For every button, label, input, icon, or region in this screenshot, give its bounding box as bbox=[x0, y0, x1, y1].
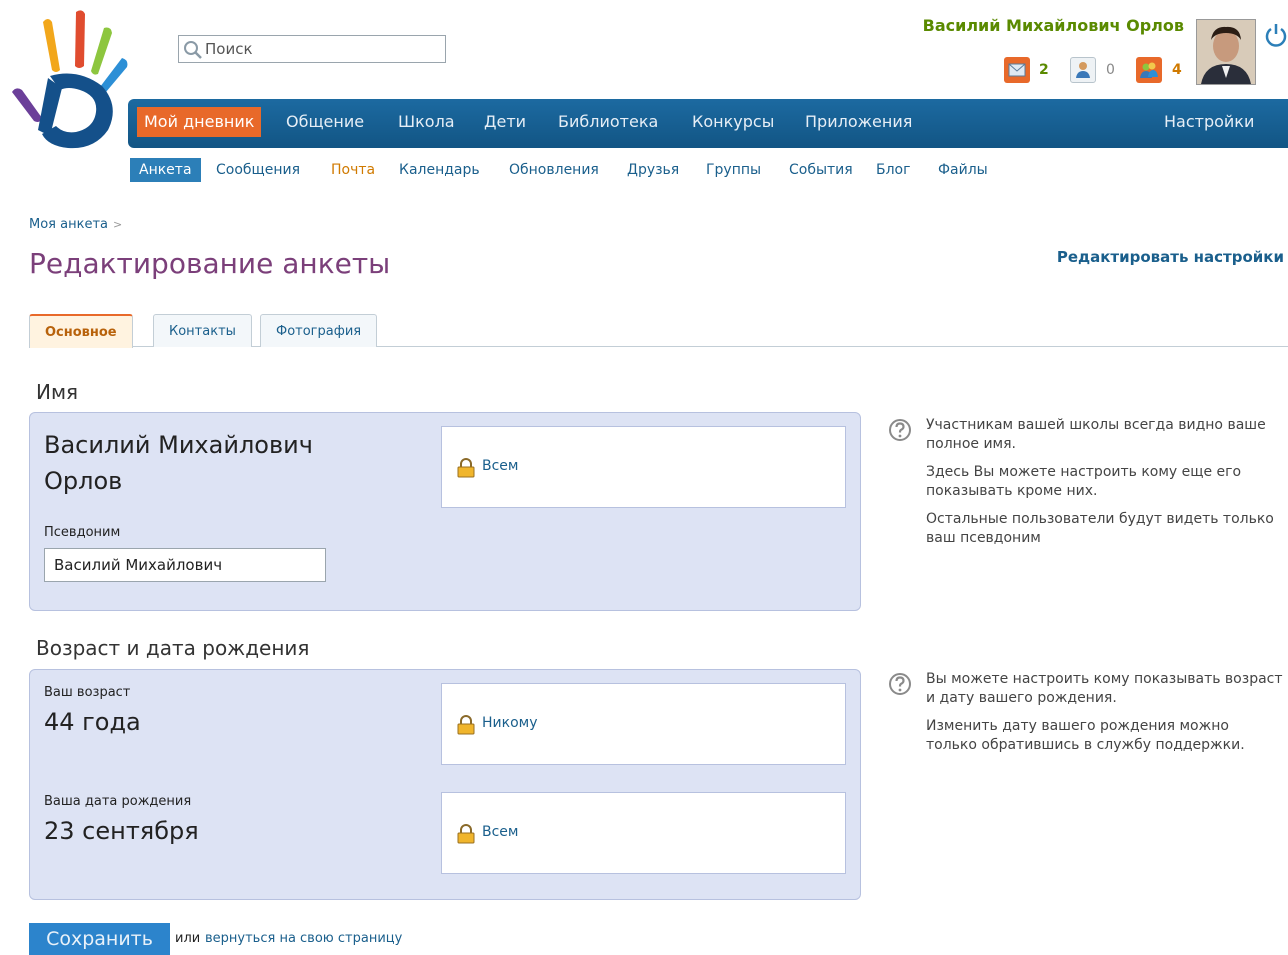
site-logo[interactable] bbox=[8, 8, 138, 153]
envelope-icon bbox=[1004, 57, 1030, 83]
question-icon bbox=[889, 419, 911, 441]
birthday-value: 23 сентября bbox=[44, 817, 199, 845]
name-section-heading: Имя bbox=[36, 380, 79, 404]
nickname-input[interactable] bbox=[44, 548, 326, 582]
groups-count: 4 bbox=[1172, 62, 1182, 78]
person-icon bbox=[1070, 57, 1096, 83]
sub-nav-friends[interactable]: Друзья bbox=[627, 158, 679, 182]
question-icon bbox=[889, 673, 911, 695]
birthday-label: Ваша дата рождения bbox=[44, 794, 192, 809]
sub-nav-blog[interactable]: Блог bbox=[876, 158, 910, 182]
page-title: Редактирование анкеты bbox=[29, 247, 391, 280]
sub-nav-groups[interactable]: Группы bbox=[706, 158, 761, 182]
name-help-text-1: Участникам вашей школы всегда видно ваше… bbox=[926, 417, 1266, 452]
sub-nav-profile[interactable]: Анкета bbox=[130, 158, 201, 182]
age-visibility-link[interactable]: Никому bbox=[482, 715, 538, 731]
back-to-my-page-link[interactable]: вернуться на свою страницу bbox=[205, 931, 402, 946]
sub-nav-files[interactable]: Файлы bbox=[938, 158, 988, 182]
main-nav-my-diary[interactable]: Мой дневник bbox=[137, 107, 262, 137]
main-nav-school[interactable]: Школа bbox=[391, 107, 462, 137]
name-visibility-link[interactable]: Всем bbox=[482, 458, 518, 474]
name-visibility-box: Всем bbox=[441, 426, 846, 508]
breadcrumb: Моя анкета > bbox=[29, 217, 122, 232]
nickname-label: Псевдоним bbox=[44, 525, 121, 540]
sub-nav-updates[interactable]: Обновления bbox=[509, 158, 599, 182]
full-name-line2: Орлов bbox=[44, 467, 123, 495]
sub-nav-mail[interactable]: Почта bbox=[331, 158, 375, 182]
friend-requests-counter[interactable]: 0 bbox=[1070, 57, 1115, 83]
birthday-visibility-link[interactable]: Всем bbox=[482, 824, 518, 840]
full-name-line1: Василий Михайлович bbox=[44, 431, 313, 459]
breadcrumb-my-profile[interactable]: Моя анкета bbox=[29, 217, 108, 232]
groups-counter[interactable]: 4 bbox=[1136, 57, 1182, 83]
main-nav-communication[interactable]: Общение bbox=[279, 107, 371, 137]
lock-icon bbox=[457, 824, 475, 844]
age-label: Ваш возраст bbox=[44, 685, 131, 700]
user-name-link[interactable]: Василий Михайлович Орлов bbox=[923, 16, 1184, 35]
birthday-visibility-box: Всем bbox=[441, 792, 846, 874]
main-nav: Мой дневник Общение Школа Дети Библиотек… bbox=[128, 99, 1288, 148]
age-panel: Ваш возраст 44 года Никому Ваша дата рож… bbox=[29, 669, 861, 900]
age-section-heading: Возраст и дата рождения bbox=[36, 636, 310, 660]
avatar-photo bbox=[1197, 20, 1255, 84]
main-nav-settings[interactable]: Настройки bbox=[1157, 107, 1261, 137]
messages-count: 2 bbox=[1039, 62, 1049, 78]
name-help: Участникам вашей школы всегда видно ваше… bbox=[888, 416, 1283, 557]
age-visibility-box: Никому bbox=[441, 683, 846, 765]
sub-nav-events[interactable]: События bbox=[789, 158, 853, 182]
sub-nav-calendar[interactable]: Календарь bbox=[399, 158, 480, 182]
tab-main[interactable]: Основное bbox=[29, 314, 133, 348]
friend-requests-count: 0 bbox=[1106, 62, 1115, 78]
avatar[interactable] bbox=[1196, 19, 1256, 85]
lock-icon bbox=[457, 458, 475, 478]
age-help-text-2: Изменить дату вашего рождения можно толь… bbox=[926, 718, 1245, 753]
people-group-icon bbox=[1136, 57, 1162, 83]
name-panel: Василий Михайлович Орлов Псевдоним Всем bbox=[29, 412, 861, 611]
tab-photo[interactable]: Фотография bbox=[260, 314, 378, 347]
breadcrumb-separator: > bbox=[112, 218, 123, 231]
search-icon bbox=[184, 41, 202, 59]
age-help-text-1: Вы можете настроить кому показывать возр… bbox=[926, 671, 1283, 706]
search-input[interactable] bbox=[205, 38, 441, 60]
save-button[interactable]: Сохранить bbox=[29, 923, 170, 955]
name-help-text-2: Здесь Вы можете настроить кому еще его п… bbox=[926, 464, 1242, 499]
or-text: или bbox=[175, 931, 201, 946]
messages-counter[interactable]: 2 bbox=[1004, 57, 1049, 83]
logout-power-icon[interactable] bbox=[1264, 22, 1288, 48]
tab-contacts[interactable]: Контакты bbox=[153, 314, 252, 347]
search-box[interactable] bbox=[178, 35, 446, 63]
lock-icon bbox=[457, 715, 475, 735]
name-help-text-3: Остальные пользователи будут видеть толь… bbox=[926, 511, 1274, 546]
age-value: 44 года bbox=[44, 708, 141, 736]
edit-settings-link[interactable]: Редактировать настройки bbox=[1057, 248, 1284, 266]
main-nav-contests[interactable]: Конкурсы bbox=[685, 107, 781, 137]
main-nav-library[interactable]: Библиотека bbox=[551, 107, 665, 137]
main-nav-apps[interactable]: Приложения bbox=[798, 107, 919, 137]
age-help: Вы можете настроить кому показывать возр… bbox=[888, 670, 1283, 764]
sub-nav-messages[interactable]: Сообщения bbox=[216, 158, 300, 182]
main-nav-children[interactable]: Дети bbox=[477, 107, 533, 137]
